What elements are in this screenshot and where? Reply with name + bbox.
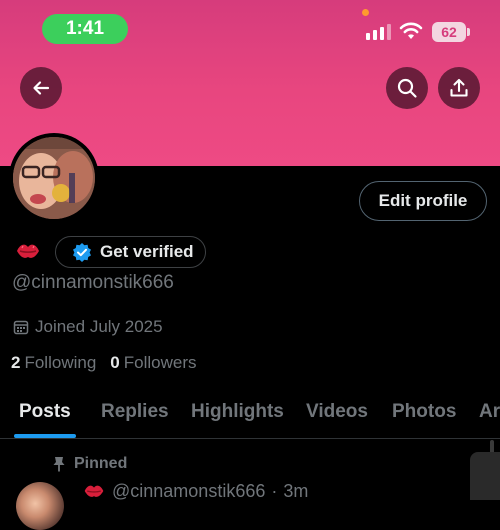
pin-icon [53,457,65,472]
back-button[interactable] [20,67,62,109]
share-icon [450,78,468,97]
joined-date: Joined July 2025 [13,317,163,337]
post-author-handle[interactable]: @cinnamonstik666 [112,481,265,502]
tab-articles[interactable]: Ar [479,401,500,423]
post-meta-separator: · [271,480,278,501]
pinned-indicator: Pinned [52,455,127,473]
tab-photos[interactable]: Photos [392,401,456,423]
profile-tabs: Posts Replies Highlights Videos Photos A… [0,398,500,439]
get-verified-label: Get verified [100,242,194,261]
profile-avatar[interactable] [9,133,99,223]
followers-link[interactable]: 0 Followers [110,353,196,373]
tab-posts[interactable]: Posts [19,401,71,423]
following-link[interactable]: 2 Following [11,353,96,373]
followers-count: 0 [110,353,120,372]
follow-stats: 2 Following 0 Followers [11,353,197,373]
edit-profile-button[interactable]: Edit profile [359,181,487,221]
status-time[interactable]: 1:41 [42,14,128,44]
get-verified-button[interactable]: Get verified [55,236,206,268]
cellular-signal-icon [366,22,391,40]
post-header: @cinnamonstik666 · 3m [82,480,308,502]
avatar-photo [13,137,95,219]
share-button[interactable] [438,67,480,109]
joined-label: Joined July 2025 [35,317,163,336]
following-count: 2 [11,353,21,372]
post-time: 3m [283,480,309,501]
tab-replies[interactable]: Replies [101,401,169,423]
battery-tip [467,28,470,36]
battery-indicator: 62 [432,22,466,42]
tab-videos[interactable]: Videos [306,401,368,423]
privacy-indicator-dot [362,9,369,16]
active-tab-indicator [14,434,76,438]
followers-label: Followers [123,353,197,372]
pinned-label: Pinned [74,455,128,472]
profile-handle: @cinnamonstik666 [12,272,174,293]
floating-media-thumb[interactable] [470,452,500,500]
following-label: Following [24,353,97,372]
search-icon [397,78,417,98]
arrow-left-icon [33,81,50,95]
tab-highlights[interactable]: Highlights [191,401,284,423]
verified-badge-icon [73,243,91,262]
calendar-icon [13,320,29,335]
kiss-mark-icon [84,485,104,497]
wifi-icon [399,22,423,39]
search-button[interactable] [386,67,428,109]
avatar-photo-art [13,137,95,219]
status-bar: 1:41 62 [0,0,500,56]
kiss-mark-icon [17,244,39,258]
post-author-avatar[interactable] [16,482,64,530]
